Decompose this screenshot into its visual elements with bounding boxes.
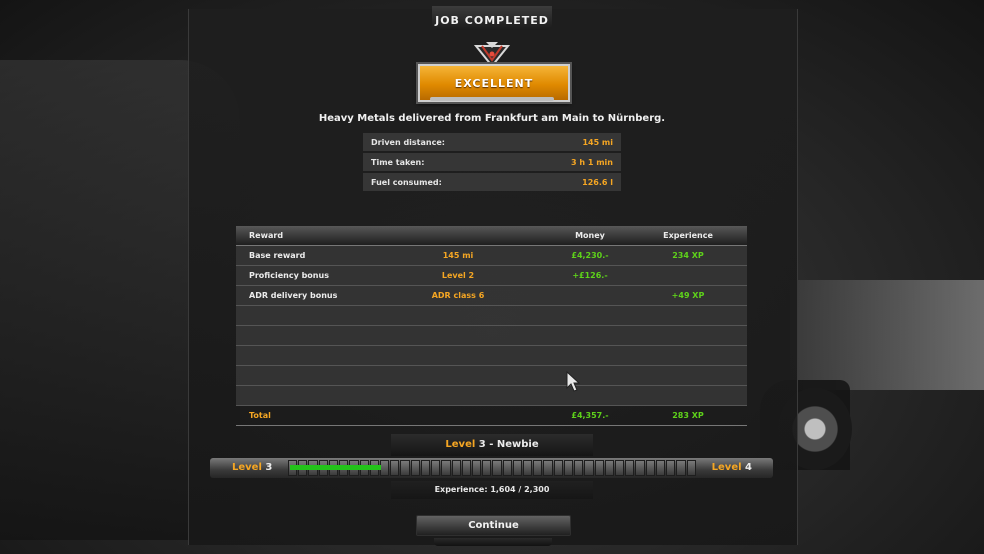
reward-table: Reward Money Experience Base reward 145 … [236, 226, 747, 426]
reward-detail: ADR class 6 [431, 291, 485, 300]
stat-value: 126.6 l [582, 177, 613, 187]
progress-segment [615, 460, 625, 476]
stat-label: Time taken: [371, 157, 425, 167]
current-level-number: 3 [265, 462, 273, 473]
level-rank: - Newbie [485, 439, 539, 450]
progress-segment [461, 460, 471, 476]
stat-row: Fuel consumed: 126.6 l [363, 173, 621, 191]
mouse-cursor-icon [566, 371, 580, 392]
window-title: JOB COMPLETED [435, 14, 549, 27]
progress-fill [290, 465, 381, 470]
continue-button-base [434, 538, 552, 546]
reward-xp: +49 XP [671, 291, 705, 300]
stat-row: Driven distance: 145 mi [363, 133, 621, 151]
progress-segment [625, 460, 635, 476]
level-word: Level [232, 462, 262, 473]
progress-segment [533, 460, 543, 476]
stat-row: Time taken: 3 h 1 min [363, 153, 621, 171]
progress-segment [420, 460, 431, 476]
total-money: £4,357.- [571, 411, 609, 420]
progress-segment [604, 460, 614, 476]
reward-name: ADR delivery bonus [249, 291, 338, 300]
level-word: Level [445, 439, 476, 450]
progress-segment [635, 460, 645, 476]
header-money: Money [575, 231, 605, 240]
progress-segment [431, 460, 441, 476]
table-row-empty [236, 306, 747, 326]
progress-segment [482, 460, 492, 476]
progress-segment [574, 460, 584, 476]
progress-segment [563, 460, 574, 476]
reward-money: +£126.- [572, 271, 608, 280]
progress-segment [553, 460, 563, 476]
stats-box: Driven distance: 145 mi Time taken: 3 h … [363, 133, 621, 193]
stat-label: Fuel consumed: [371, 177, 442, 187]
progress-segment [471, 460, 482, 476]
level-title: Level 3 - Newbie [391, 439, 593, 450]
next-level-label: Level 4 [712, 462, 752, 473]
background-light [790, 280, 984, 390]
header-experience: Experience [663, 231, 713, 240]
progress-segment [584, 460, 594, 476]
table-header: Reward Money Experience [236, 226, 747, 246]
table-row-empty [236, 366, 747, 386]
reward-xp: 234 XP [672, 251, 704, 260]
progress-segment [655, 460, 666, 476]
table-row: Proficiency bonus Level 2 +£126.- [236, 266, 747, 286]
progress-segment [400, 460, 410, 476]
badge-underline [430, 97, 554, 101]
reward-money: £4,230.- [571, 251, 609, 260]
next-level-number: 4 [745, 462, 752, 473]
progress-segment [390, 460, 400, 476]
table-row-empty [236, 386, 747, 406]
table-row-empty [236, 346, 747, 366]
progress-segment [492, 460, 502, 476]
header-reward: Reward [249, 231, 284, 240]
table-row-empty [236, 326, 747, 346]
reward-detail: 145 mi [442, 251, 474, 260]
progress-segment [666, 460, 676, 476]
total-label: Total [249, 411, 271, 420]
total-xp: 283 XP [672, 411, 704, 420]
progress-segment [543, 460, 553, 476]
progress-segment [512, 460, 523, 476]
current-level-label: Level 3 [232, 462, 272, 473]
table-row: Base reward 145 mi £4,230.- 234 XP [236, 246, 747, 266]
progress-segment [594, 460, 604, 476]
progress-segment [379, 460, 390, 476]
level-current: 3 [478, 439, 486, 450]
progress-segment [645, 460, 655, 476]
delivery-summary: Heavy Metals delivered from Frankfurt am… [318, 113, 666, 124]
progress-segment [523, 460, 533, 476]
reward-name: Proficiency bonus [249, 271, 329, 280]
level-word: Level [711, 462, 742, 473]
progress-segment [410, 460, 420, 476]
table-total-row: Total £4,357.- 283 XP [236, 406, 747, 426]
progress-segment [502, 460, 512, 476]
progress-segment [676, 460, 686, 476]
reward-name: Base reward [249, 251, 306, 260]
experience-text: Experience: 1,604 / 2,300 [434, 485, 550, 494]
stat-value: 3 h 1 min [571, 157, 613, 167]
reward-detail: Level 2 [441, 271, 475, 280]
progress-segment [451, 460, 461, 476]
progress-segment [686, 460, 696, 476]
level-progress-bar: Level 3 Level 4 [210, 458, 773, 478]
stat-value: 145 mi [582, 137, 613, 147]
progress-segment [441, 460, 451, 476]
table-row: ADR delivery bonus ADR class 6 +49 XP [236, 286, 747, 306]
continue-button[interactable]: Continue [416, 515, 571, 536]
rating-label: EXCELLENT [454, 76, 534, 90]
stat-label: Driven distance: [371, 137, 445, 147]
